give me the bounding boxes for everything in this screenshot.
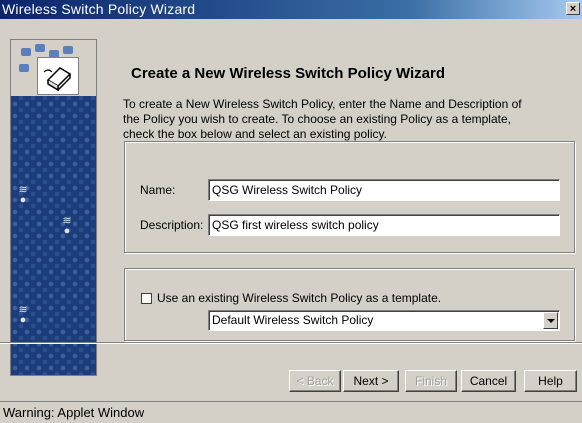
template-policy-select[interactable]: Default Wireless Switch Policy	[208, 310, 560, 331]
back-button[interactable]: < Back	[289, 370, 341, 392]
finish-button[interactable]: Finish	[405, 370, 457, 392]
button-separator	[0, 342, 582, 344]
window-title: Wireless Switch Policy Wizard	[2, 1, 196, 17]
chevron-down-icon[interactable]	[543, 312, 558, 329]
network-switch-icon	[37, 57, 79, 95]
intro-line: check the box below and select an existi…	[123, 127, 387, 141]
cancel-button[interactable]: Cancel	[461, 370, 516, 392]
use-template-label[interactable]: Use an existing Wireless Switch Policy a…	[157, 291, 441, 305]
intro-line: To create a New Wireless Switch Policy, …	[123, 97, 522, 111]
template-select-value: Default Wireless Switch Policy	[212, 313, 374, 327]
intro-line: the Policy you wish to create. To choose…	[123, 112, 511, 126]
wizard-heading: Create a New Wireless Switch Policy Wiza…	[131, 65, 446, 82]
name-field[interactable]: QSG Wireless Switch Policy	[208, 179, 560, 201]
title-bar[interactable]: Wireless Switch Policy Wizard ×	[0, 0, 582, 19]
cube-icon	[21, 48, 31, 56]
next-button[interactable]: Next >	[343, 370, 399, 392]
wizard-intro-text: To create a New Wireless Switch Policy, …	[123, 97, 575, 142]
wireless-signal-icon: ≋ ●	[18, 304, 28, 326]
use-template-checkbox[interactable]	[141, 293, 152, 304]
cube-icon	[19, 64, 29, 72]
description-label: Description:	[140, 218, 204, 232]
status-bar: Warning: Applet Window	[0, 401, 582, 423]
close-button[interactable]: ×	[566, 2, 580, 15]
help-button[interactable]: Help	[524, 370, 577, 392]
cube-icon	[63, 46, 73, 54]
wireless-signal-icon: ≋ ●	[18, 184, 28, 206]
wireless-signal-icon: ≋ ●	[62, 215, 72, 237]
name-label: Name:	[140, 183, 176, 197]
description-field[interactable]: QSG first wireless switch policy	[208, 214, 560, 236]
cube-icon	[35, 44, 45, 52]
